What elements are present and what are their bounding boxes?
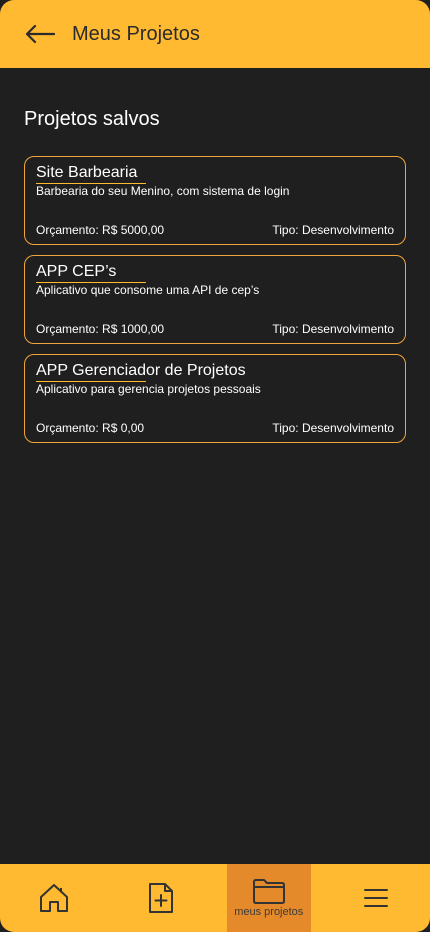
nav-my-projects-wrap: meus projetos — [215, 864, 323, 932]
nav-label: meus projetos — [234, 906, 304, 918]
project-card[interactable]: Site Barbearia Barbearia do seu Menino, … — [24, 156, 406, 245]
project-description: Aplicativo que consome uma API de cep’s — [36, 283, 260, 297]
project-budget: Orçamento: R$ 1000,00 — [36, 322, 165, 336]
top-app-bar: Meus Projetos — [0, 0, 430, 68]
page-title: Meus Projetos — [72, 22, 200, 45]
project-footer: Orçamento: R$ 5000,00 Tipo: Desenvolvime… — [36, 223, 394, 237]
project-type: Tipo: Desenvolvimento — [272, 421, 394, 435]
back-button[interactable] — [24, 22, 56, 46]
project-card[interactable]: APP Gerenciador de Projetos Aplicativo p… — [24, 354, 406, 443]
project-budget: Orçamento: R$ 5000,00 — [36, 223, 165, 237]
project-type: Tipo: Desenvolvimento — [272, 322, 394, 336]
nav-my-projects[interactable]: meus projetos — [226, 864, 311, 932]
project-description: Aplicativo para gerencia projetos pessoa… — [36, 382, 261, 396]
nav-menu[interactable] — [323, 864, 430, 932]
section-title: Projetos salvos — [24, 108, 160, 130]
bottom-navigation: meus projetos — [0, 864, 430, 932]
project-name: APP Gerenciador de Projetos — [36, 362, 246, 382]
add-file-icon — [149, 883, 174, 913]
project-name: Site Barbearia — [36, 164, 146, 184]
nav-new-project[interactable] — [108, 864, 216, 932]
folder-icon — [252, 879, 285, 904]
name-underline — [36, 381, 146, 382]
project-name: APP CEP’s — [36, 263, 146, 283]
name-underline — [36, 282, 146, 283]
nav-home[interactable] — [0, 864, 108, 932]
project-budget: Orçamento: R$ 0,00 — [36, 421, 145, 435]
project-name-text: Site Barbearia — [36, 164, 138, 181]
project-footer: Orçamento: R$ 1000,00 Tipo: Desenvolvime… — [36, 322, 394, 336]
project-footer: Orçamento: R$ 0,00 Tipo: Desenvolvimento — [36, 421, 394, 435]
project-list: Site Barbearia Barbearia do seu Menino, … — [24, 156, 406, 453]
app-screen: Meus Projetos Projetos salvos Site Barbe… — [0, 0, 430, 932]
project-description: Barbearia do seu Menino, com sistema de … — [36, 184, 290, 198]
project-type: Tipo: Desenvolvimento — [272, 223, 394, 237]
name-underline — [36, 183, 146, 184]
menu-icon — [364, 889, 389, 907]
project-name-text: APP Gerenciador de Projetos — [36, 362, 246, 379]
project-name-text: APP CEP’s — [36, 263, 117, 280]
arrow-left-icon — [25, 24, 55, 44]
project-card[interactable]: APP CEP’s Aplicativo que consome uma API… — [24, 255, 406, 344]
home-icon — [39, 884, 68, 912]
